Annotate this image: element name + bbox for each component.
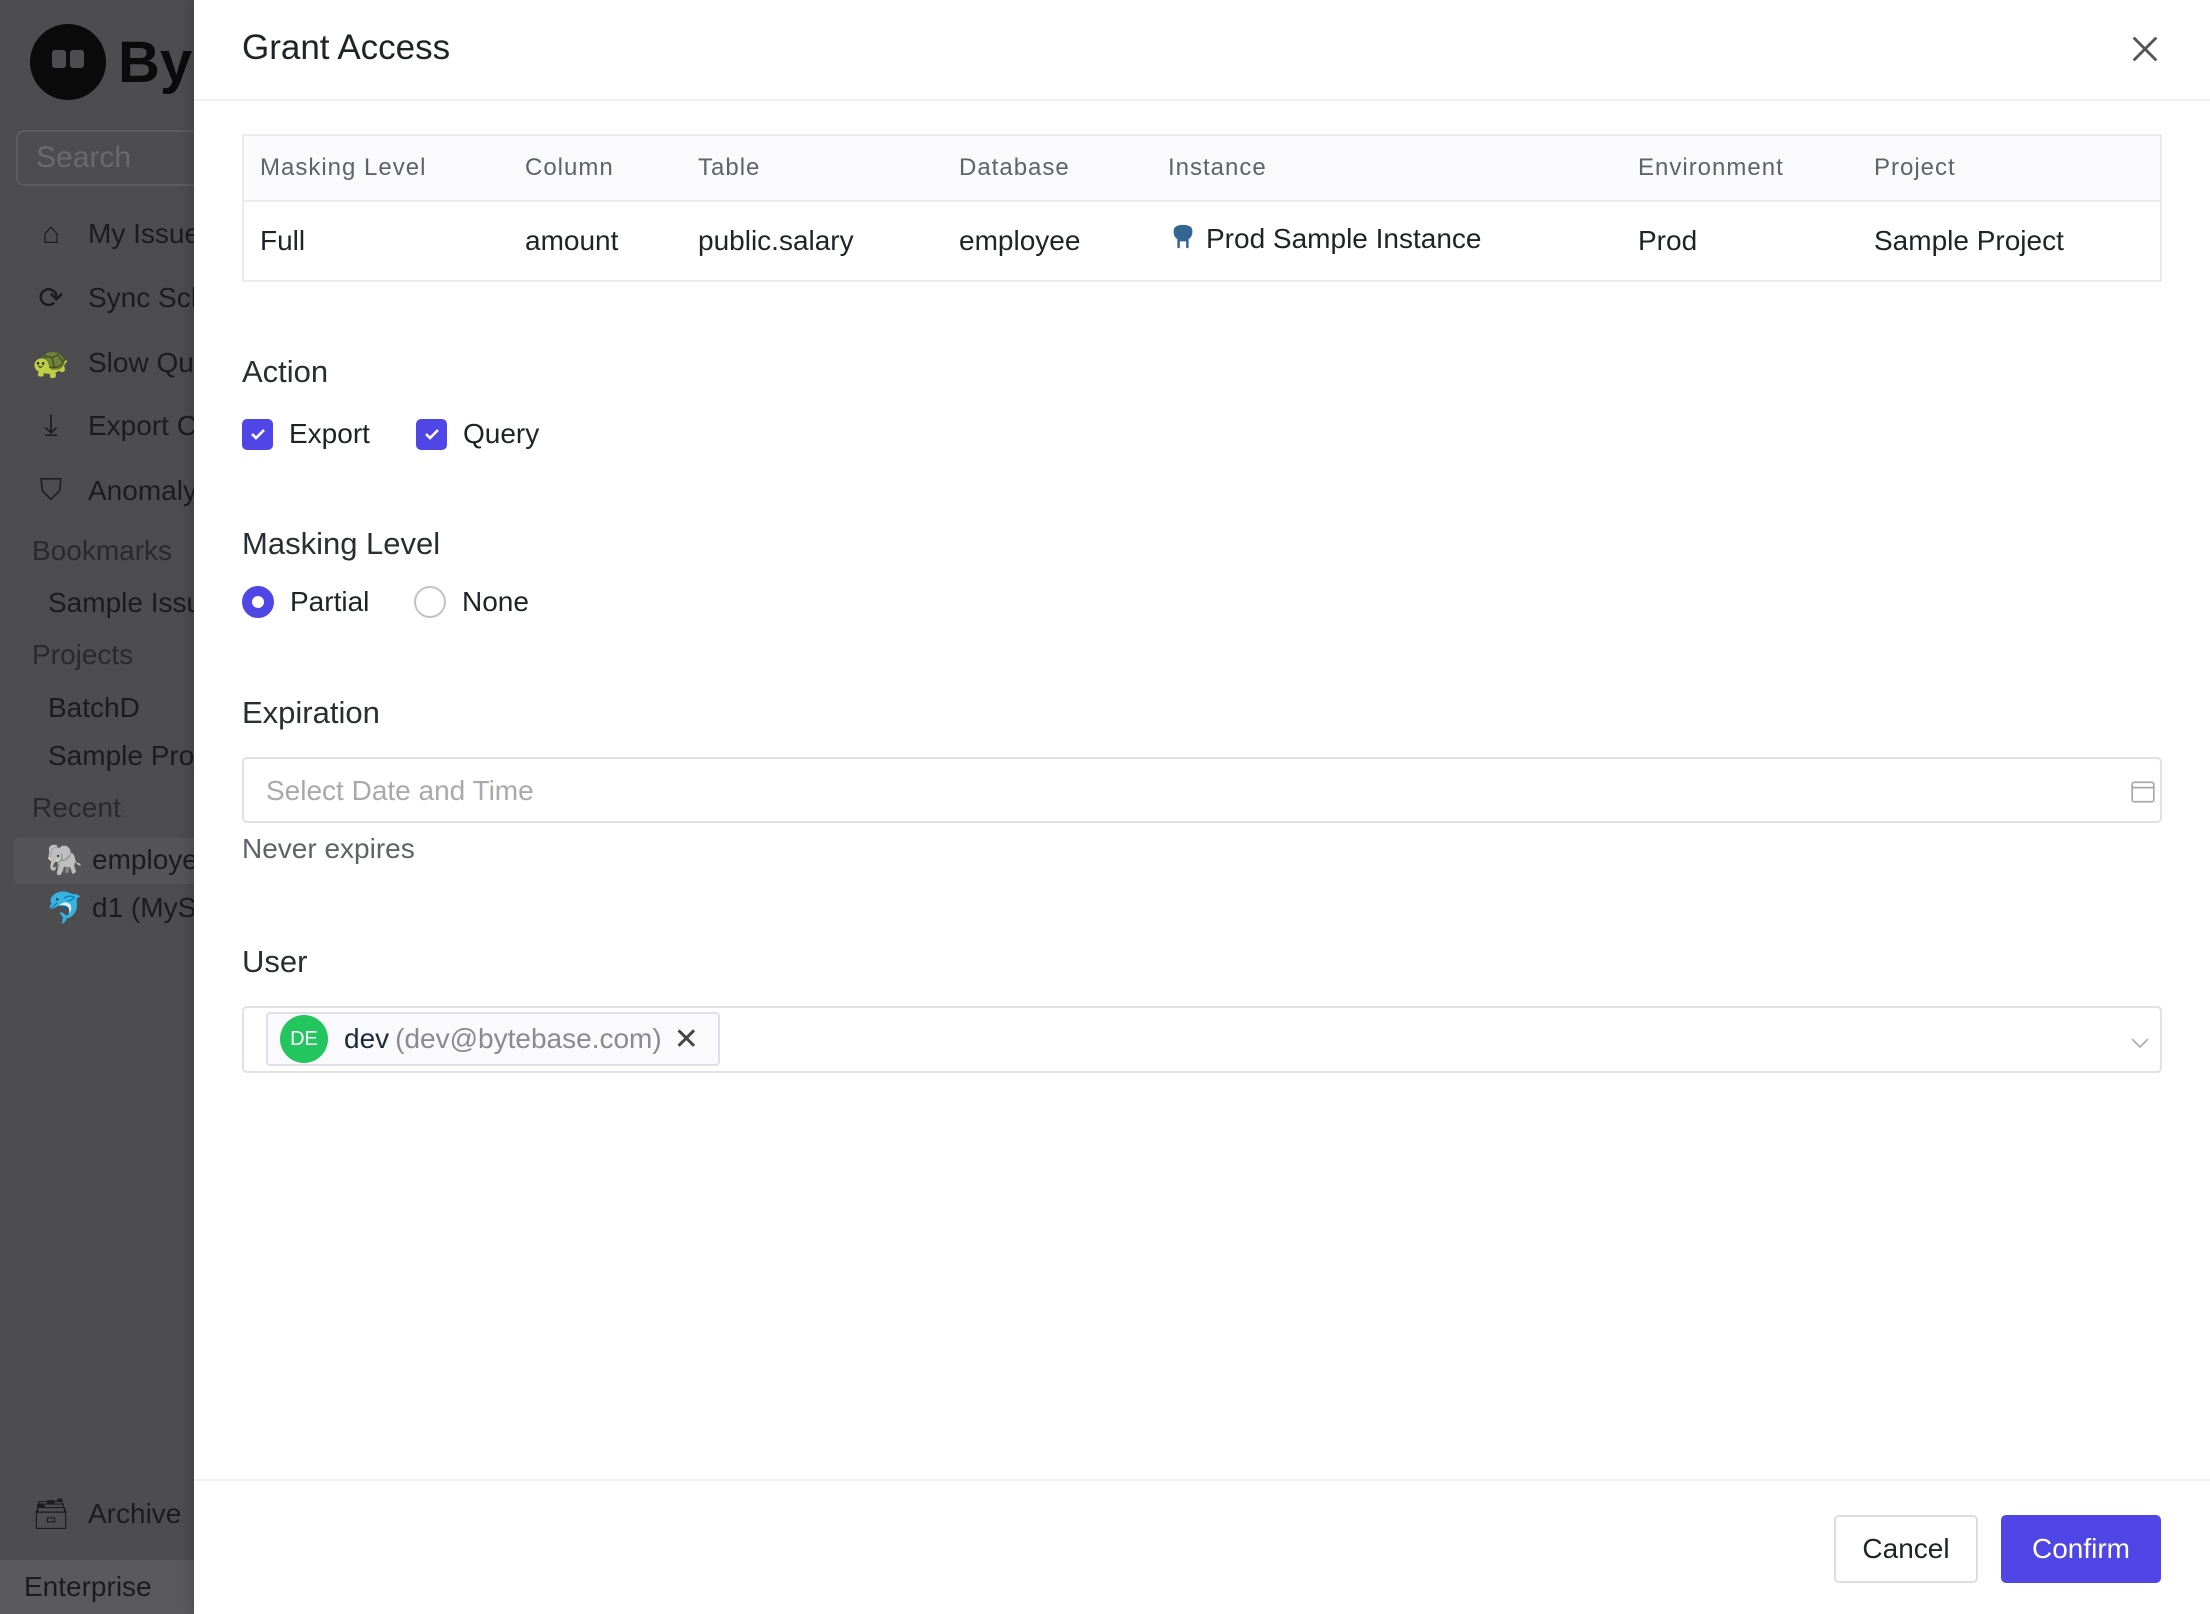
expiration-date-picker[interactable]: Select Date and Time xyxy=(242,757,2162,823)
grant-access-drawer: Grant Access Masking Level Column Table … xyxy=(194,0,2210,1614)
instance-name: Prod Sample Instance xyxy=(1206,222,1482,254)
logo: By xyxy=(30,24,192,100)
table-header-row: Masking Level Column Table Database Inst… xyxy=(243,135,2161,202)
column-header: Table xyxy=(682,135,943,202)
masking-table: Masking Level Column Table Database Inst… xyxy=(242,134,2162,282)
cell: amount xyxy=(525,225,619,256)
partial-radio[interactable]: Partial xyxy=(242,586,369,618)
action-label: Action xyxy=(242,354,329,389)
column-header: Instance xyxy=(1152,135,1622,202)
recent-item-label: d1 (MySQL) xyxy=(92,892,194,923)
export-checkbox[interactable]: Export xyxy=(242,418,370,450)
sidebar-item-label: Export Center xyxy=(88,410,194,441)
projects-heading: Projects xyxy=(32,639,134,670)
expiration-hint: Never expires xyxy=(242,833,415,864)
recent-heading: Recent xyxy=(32,792,121,823)
logo-text: By xyxy=(118,29,193,95)
recent-item-label: employee xyxy=(92,844,194,875)
remove-user-icon[interactable]: ✕ xyxy=(674,1022,699,1057)
export-label: Export xyxy=(289,418,370,449)
table-row: Full amount public.salary employee Prod … xyxy=(243,201,2161,281)
checkbox-checked-icon xyxy=(242,418,273,450)
sidebar-item-slow-query[interactable]: 🐢 Slow Query xyxy=(32,346,194,380)
project-item[interactable]: BatchD xyxy=(48,692,140,724)
avatar: DE xyxy=(280,1015,328,1063)
column-header: Project xyxy=(1858,135,2161,202)
sidebar-item-label: My Issues xyxy=(88,218,194,249)
expiration-label: Expiration xyxy=(242,695,380,730)
close-icon[interactable] xyxy=(2128,32,2162,66)
project-item[interactable]: Sample Project xyxy=(48,740,194,772)
user-label: User xyxy=(242,944,308,979)
query-label: Query xyxy=(463,418,540,449)
drawer-header: Grant Access xyxy=(194,0,2210,101)
radio-unselected-icon xyxy=(414,586,446,618)
search-input[interactable]: Search xyxy=(16,130,194,186)
user-name: dev xyxy=(344,1023,390,1054)
cell: Prod xyxy=(1638,225,1698,256)
bytebase-logo-icon xyxy=(30,24,106,100)
sidebar-item-my-issues[interactable]: ⌂ My Issues xyxy=(34,217,194,251)
sidebar-item-label: Slow Query xyxy=(88,347,194,378)
shield-icon: ⛉ xyxy=(39,474,63,507)
sidebar-item-sync-schema[interactable]: ⟳ Sync Schema xyxy=(34,281,194,315)
plan-badge[interactable]: Enterprise xyxy=(0,1560,194,1614)
cancel-button[interactable]: Cancel xyxy=(1834,1515,1978,1583)
drawer-footer: Cancel Confirm xyxy=(194,1479,2210,1614)
sidebar-item-anomaly-center[interactable]: ⛉ Anomaly Center xyxy=(34,474,194,508)
column-header: Column xyxy=(509,135,682,202)
sidebar-item-label: Archive xyxy=(88,1498,182,1529)
radio-selected-icon xyxy=(242,586,274,618)
mysql-icon: 🐬 xyxy=(46,891,84,925)
postgres-icon xyxy=(1172,223,1194,249)
cell: public.salary xyxy=(698,225,854,256)
partial-label: Partial xyxy=(290,586,370,617)
expiration-placeholder: Select Date and Time xyxy=(266,775,534,806)
sync-icon: ⟳ xyxy=(38,281,64,315)
cell: employee xyxy=(959,225,1081,256)
user-tag: DE dev (dev@bytebase.com) ✕ xyxy=(266,1012,720,1066)
masking-level-label: Masking Level xyxy=(242,526,441,561)
cell: Sample Project xyxy=(1874,225,2064,256)
calendar-icon[interactable] xyxy=(2130,779,2156,805)
sidebar: By Search ⌂ My Issues ⟳ Sync Schema 🐢 Slow … xyxy=(0,0,194,1614)
drawer-title: Grant Access xyxy=(242,28,451,67)
download-icon: ⤓ xyxy=(44,409,58,442)
none-radio[interactable]: None xyxy=(414,586,529,618)
sidebar-item-archive[interactable]: 🗃 Archive xyxy=(31,1497,182,1531)
chevron-down-icon[interactable] xyxy=(2128,1030,2152,1054)
home-icon: ⌂ xyxy=(41,217,61,250)
checkbox-checked-icon xyxy=(416,418,447,450)
bookmarks-heading: Bookmarks xyxy=(32,535,173,566)
query-checkbox[interactable]: Query xyxy=(416,418,539,450)
cell-instance: Prod Sample Instance xyxy=(1152,201,1622,281)
postgres-icon: 🐘 xyxy=(46,843,84,877)
confirm-button[interactable]: Confirm xyxy=(2001,1515,2161,1583)
turtle-icon: 🐢 xyxy=(32,346,70,380)
cell: Full xyxy=(260,225,306,256)
bookmark-item[interactable]: Sample Issue xyxy=(48,587,194,619)
none-label: None xyxy=(462,586,529,617)
column-header: Masking Level xyxy=(243,135,509,202)
sidebar-item-export-center[interactable]: ⤓ Export Center xyxy=(34,409,194,443)
user-email: (dev@bytebase.com) xyxy=(395,1023,662,1054)
recent-item[interactable]: 🐘 employee xyxy=(46,843,194,877)
sidebar-item-label: Anomaly Center xyxy=(88,475,194,506)
archive-icon: 🗃 xyxy=(31,1497,71,1531)
sidebar-item-label: Sync Schema xyxy=(88,282,194,313)
recent-item[interactable]: 🐬 d1 (MySQL) xyxy=(46,891,194,925)
user-select[interactable]: DE dev (dev@bytebase.com) ✕ xyxy=(242,1006,2162,1073)
column-header: Environment xyxy=(1622,135,1858,202)
column-header: Database xyxy=(943,135,1152,202)
